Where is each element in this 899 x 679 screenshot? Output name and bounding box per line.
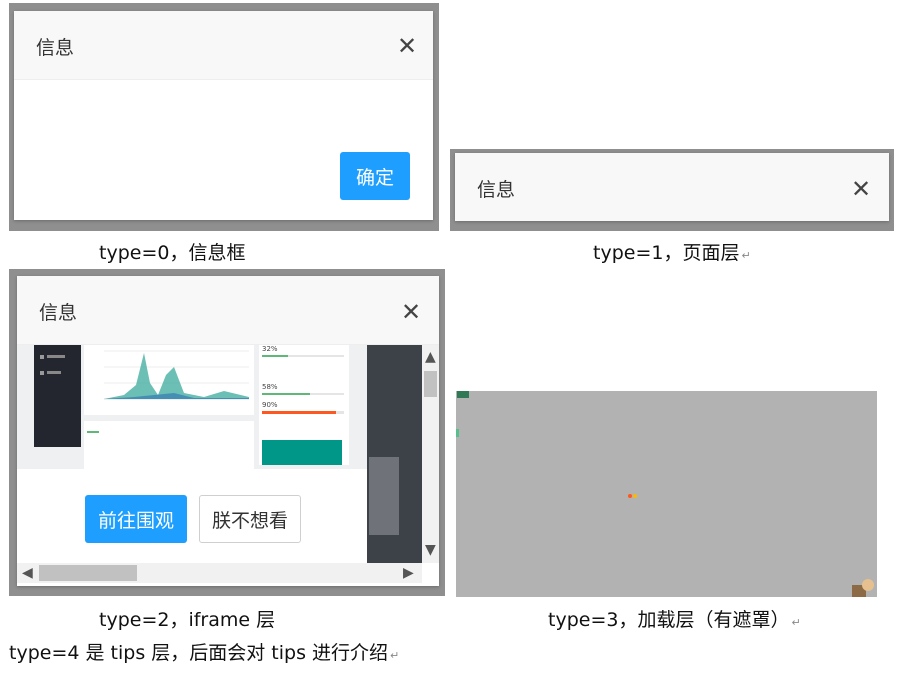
caption-type1: type=1，页面层 ↵ bbox=[593, 238, 751, 265]
caption-text: type=1，页面层 bbox=[593, 242, 740, 264]
dialog-title: 信息 bbox=[36, 37, 75, 59]
footer-text: type=4 是 tips 层，后面会对 tips 进行介绍 bbox=[9, 642, 389, 664]
embedded-metrics-card: 32% 58% 90% bbox=[259, 345, 349, 465]
embedded-card bbox=[369, 457, 399, 535]
not-watch-button[interactable]: 朕不想看 bbox=[199, 495, 301, 543]
metric-bar-2 bbox=[262, 393, 344, 395]
caption-type0: type=0，信息框 bbox=[99, 242, 246, 264]
metric-teal-block bbox=[262, 440, 342, 465]
close-icon[interactable]: ✕ bbox=[851, 177, 871, 201]
sidebar-dot bbox=[40, 355, 44, 359]
metric-value-1: 32% bbox=[262, 345, 278, 353]
loading-mask bbox=[456, 391, 877, 597]
loading-icon bbox=[628, 494, 638, 498]
area-chart bbox=[104, 350, 249, 400]
caption-type3: type=3，加载层（有遮罩） ↵ bbox=[548, 605, 801, 632]
metric-bar-1 bbox=[262, 355, 344, 357]
scroll-thumb[interactable] bbox=[424, 371, 437, 397]
metric-value-3: 90% bbox=[262, 401, 278, 409]
footer-note: type=4 是 tips 层，后面会对 tips 进行介绍 ↵ bbox=[9, 638, 399, 665]
info-dialog: 信息 ✕ 确定 bbox=[14, 11, 433, 220]
sidebar-line bbox=[47, 355, 65, 358]
page-layer-dialog: 信息 ✕ bbox=[455, 153, 889, 221]
scroll-right-icon[interactable]: ▶ bbox=[403, 566, 414, 580]
close-icon[interactable]: ✕ bbox=[401, 300, 421, 324]
mask-side-mark bbox=[456, 429, 459, 437]
tab-underline bbox=[87, 431, 99, 433]
metric-bar-3 bbox=[262, 411, 344, 414]
close-icon[interactable]: ✕ bbox=[397, 34, 417, 58]
type0-frame: 信息 ✕ 确定 bbox=[9, 3, 439, 231]
scroll-left-icon[interactable]: ◀ bbox=[22, 566, 33, 580]
embedded-chart-card bbox=[84, 345, 254, 415]
caption-text: type=3，加载层（有遮罩） bbox=[548, 609, 790, 631]
return-mark-icon: ↵ bbox=[791, 616, 801, 629]
scroll-up-icon[interactable]: ▲ bbox=[425, 350, 436, 364]
scroll-down-icon[interactable]: ▼ bbox=[425, 543, 436, 557]
dialog-title: 信息 bbox=[477, 179, 516, 201]
iframe-dialog: 信息 ✕ 32% 58% 90% ▲ ▼ ◀ ▶ 前往围观 朕不想看 bbox=[17, 276, 439, 586]
dialog-header: 信息 ✕ bbox=[17, 276, 439, 345]
dog-mascot-icon bbox=[852, 579, 874, 597]
sidebar-dot bbox=[40, 371, 44, 375]
confirm-button[interactable]: 确定 bbox=[340, 152, 410, 200]
metric-value-2: 58% bbox=[262, 383, 278, 391]
dialog-title: 信息 bbox=[39, 302, 78, 324]
mask-corner-tag bbox=[457, 391, 469, 398]
embedded-dashboard: 32% 58% 90% bbox=[17, 345, 367, 471]
scroll-thumb[interactable] bbox=[39, 565, 137, 581]
vertical-scrollbar[interactable]: ▲ ▼ bbox=[422, 345, 439, 563]
embedded-table-card bbox=[84, 421, 254, 471]
horizontal-scrollbar[interactable]: ◀ ▶ bbox=[17, 563, 422, 583]
prompt-panel: 前往围观 朕不想看 bbox=[17, 469, 367, 563]
embedded-sidebar bbox=[34, 345, 81, 447]
return-mark-icon: ↵ bbox=[741, 249, 751, 262]
sidebar-line bbox=[47, 371, 61, 374]
type1-frame: 信息 ✕ bbox=[450, 149, 894, 231]
caption-type2: type=2，iframe 层 bbox=[99, 609, 276, 631]
go-watch-button[interactable]: 前往围观 bbox=[85, 495, 187, 543]
dialog-header: 信息 ✕ bbox=[14, 11, 433, 80]
return-mark-icon: ↵ bbox=[390, 649, 400, 662]
type2-frame: 信息 ✕ 32% 58% 90% ▲ ▼ ◀ ▶ 前往围观 朕不想看 bbox=[9, 269, 445, 596]
